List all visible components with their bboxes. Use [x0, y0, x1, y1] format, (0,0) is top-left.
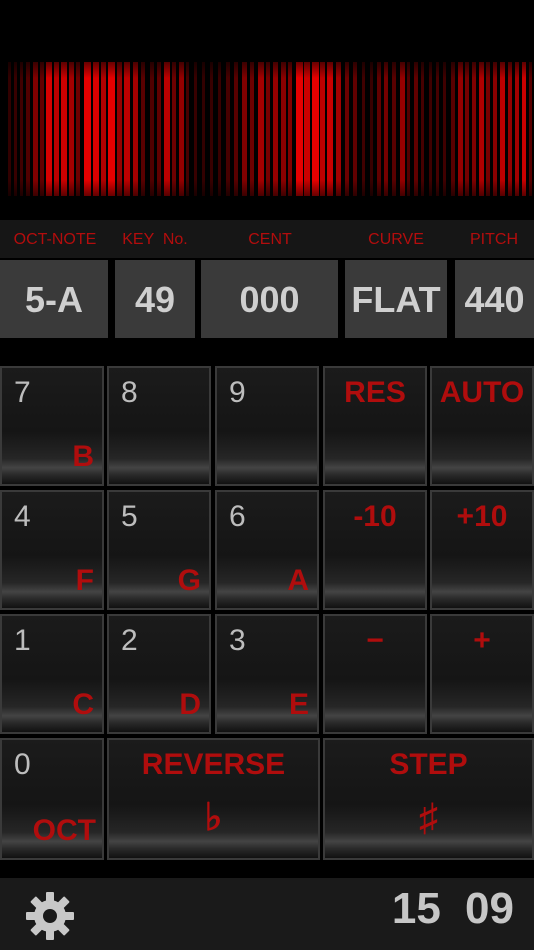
plus-10-button[interactable]: +10: [430, 490, 534, 610]
auto-label: AUTO: [439, 376, 525, 409]
flat-symbol: ♭: [204, 797, 223, 839]
key-no-label: KEY No.: [122, 231, 188, 248]
minus-10-button[interactable]: -10: [323, 490, 427, 610]
cent-readout[interactable]: 000: [201, 260, 338, 338]
key-5-button[interactable]: 5 G: [107, 490, 211, 610]
res-button[interactable]: RES: [323, 366, 427, 486]
key-6-button[interactable]: 6 A: [215, 490, 319, 610]
plus-button[interactable]: +: [430, 614, 534, 734]
auto-button[interactable]: AUTO: [430, 366, 534, 486]
step-label: STEP: [389, 748, 468, 781]
key-no-readout[interactable]: 49: [115, 260, 195, 338]
time-readout: 15 09: [391, 884, 514, 933]
key-note: C: [72, 688, 94, 721]
key-number: 3: [229, 624, 246, 657]
plus-10-label: +10: [456, 500, 508, 533]
key-number: 8: [121, 376, 138, 409]
key-number: 0: [14, 748, 31, 781]
bottom-bar: 15 09: [0, 878, 534, 950]
key-note: A: [287, 564, 309, 597]
key-2-button[interactable]: 2 D: [107, 614, 211, 734]
reverse-button[interactable]: REVERSE ♭: [107, 738, 320, 860]
key-8-button[interactable]: 8: [107, 366, 211, 486]
pitch-label: PITCH: [470, 231, 518, 248]
curve-label: CURVE: [368, 231, 424, 248]
key-4-button[interactable]: 4 F: [0, 490, 104, 610]
key-number: 1: [14, 624, 31, 657]
cent-label: CENT: [248, 231, 292, 248]
sharp-symbol: ♯: [419, 797, 438, 839]
key-3-button[interactable]: 3 E: [215, 614, 319, 734]
key-number: 2: [121, 624, 138, 657]
key-number: 6: [229, 500, 246, 533]
step-button[interactable]: STEP ♯: [323, 738, 534, 860]
reverse-label: REVERSE: [141, 748, 286, 781]
key-9-button[interactable]: 9: [215, 366, 319, 486]
key-number: 4: [14, 500, 31, 533]
key-number: 9: [229, 376, 246, 409]
key-note: B: [72, 440, 94, 473]
curve-readout[interactable]: FLAT: [345, 260, 447, 338]
key-note: G: [177, 564, 201, 597]
key-number: 5: [121, 500, 138, 533]
plus-label: +: [473, 624, 491, 657]
strobe-display: [0, 62, 534, 196]
minus-label: −: [366, 624, 384, 657]
key-note: D: [179, 688, 201, 721]
res-label: RES: [344, 376, 406, 409]
key-note: E: [288, 688, 309, 721]
key-7-button[interactable]: 7 B: [0, 366, 104, 486]
pitch-readout[interactable]: 440: [455, 260, 534, 338]
minus-button[interactable]: −: [323, 614, 427, 734]
oct-note-label: OCT-NOTE: [13, 231, 97, 248]
gear-icon[interactable]: [24, 890, 76, 942]
minus-10-label: -10: [353, 500, 397, 533]
oct-note-readout[interactable]: 5-A: [0, 260, 108, 338]
key-0-button[interactable]: 0 OCT: [0, 738, 104, 860]
key-number: 7: [14, 376, 31, 409]
key-note: F: [75, 564, 94, 597]
oct-label: OCT: [32, 814, 96, 847]
key-1-button[interactable]: 1 C: [0, 614, 104, 734]
readout-labels: OCT-NOTE KEY No. CENT CURVE PITCH: [0, 220, 534, 258]
